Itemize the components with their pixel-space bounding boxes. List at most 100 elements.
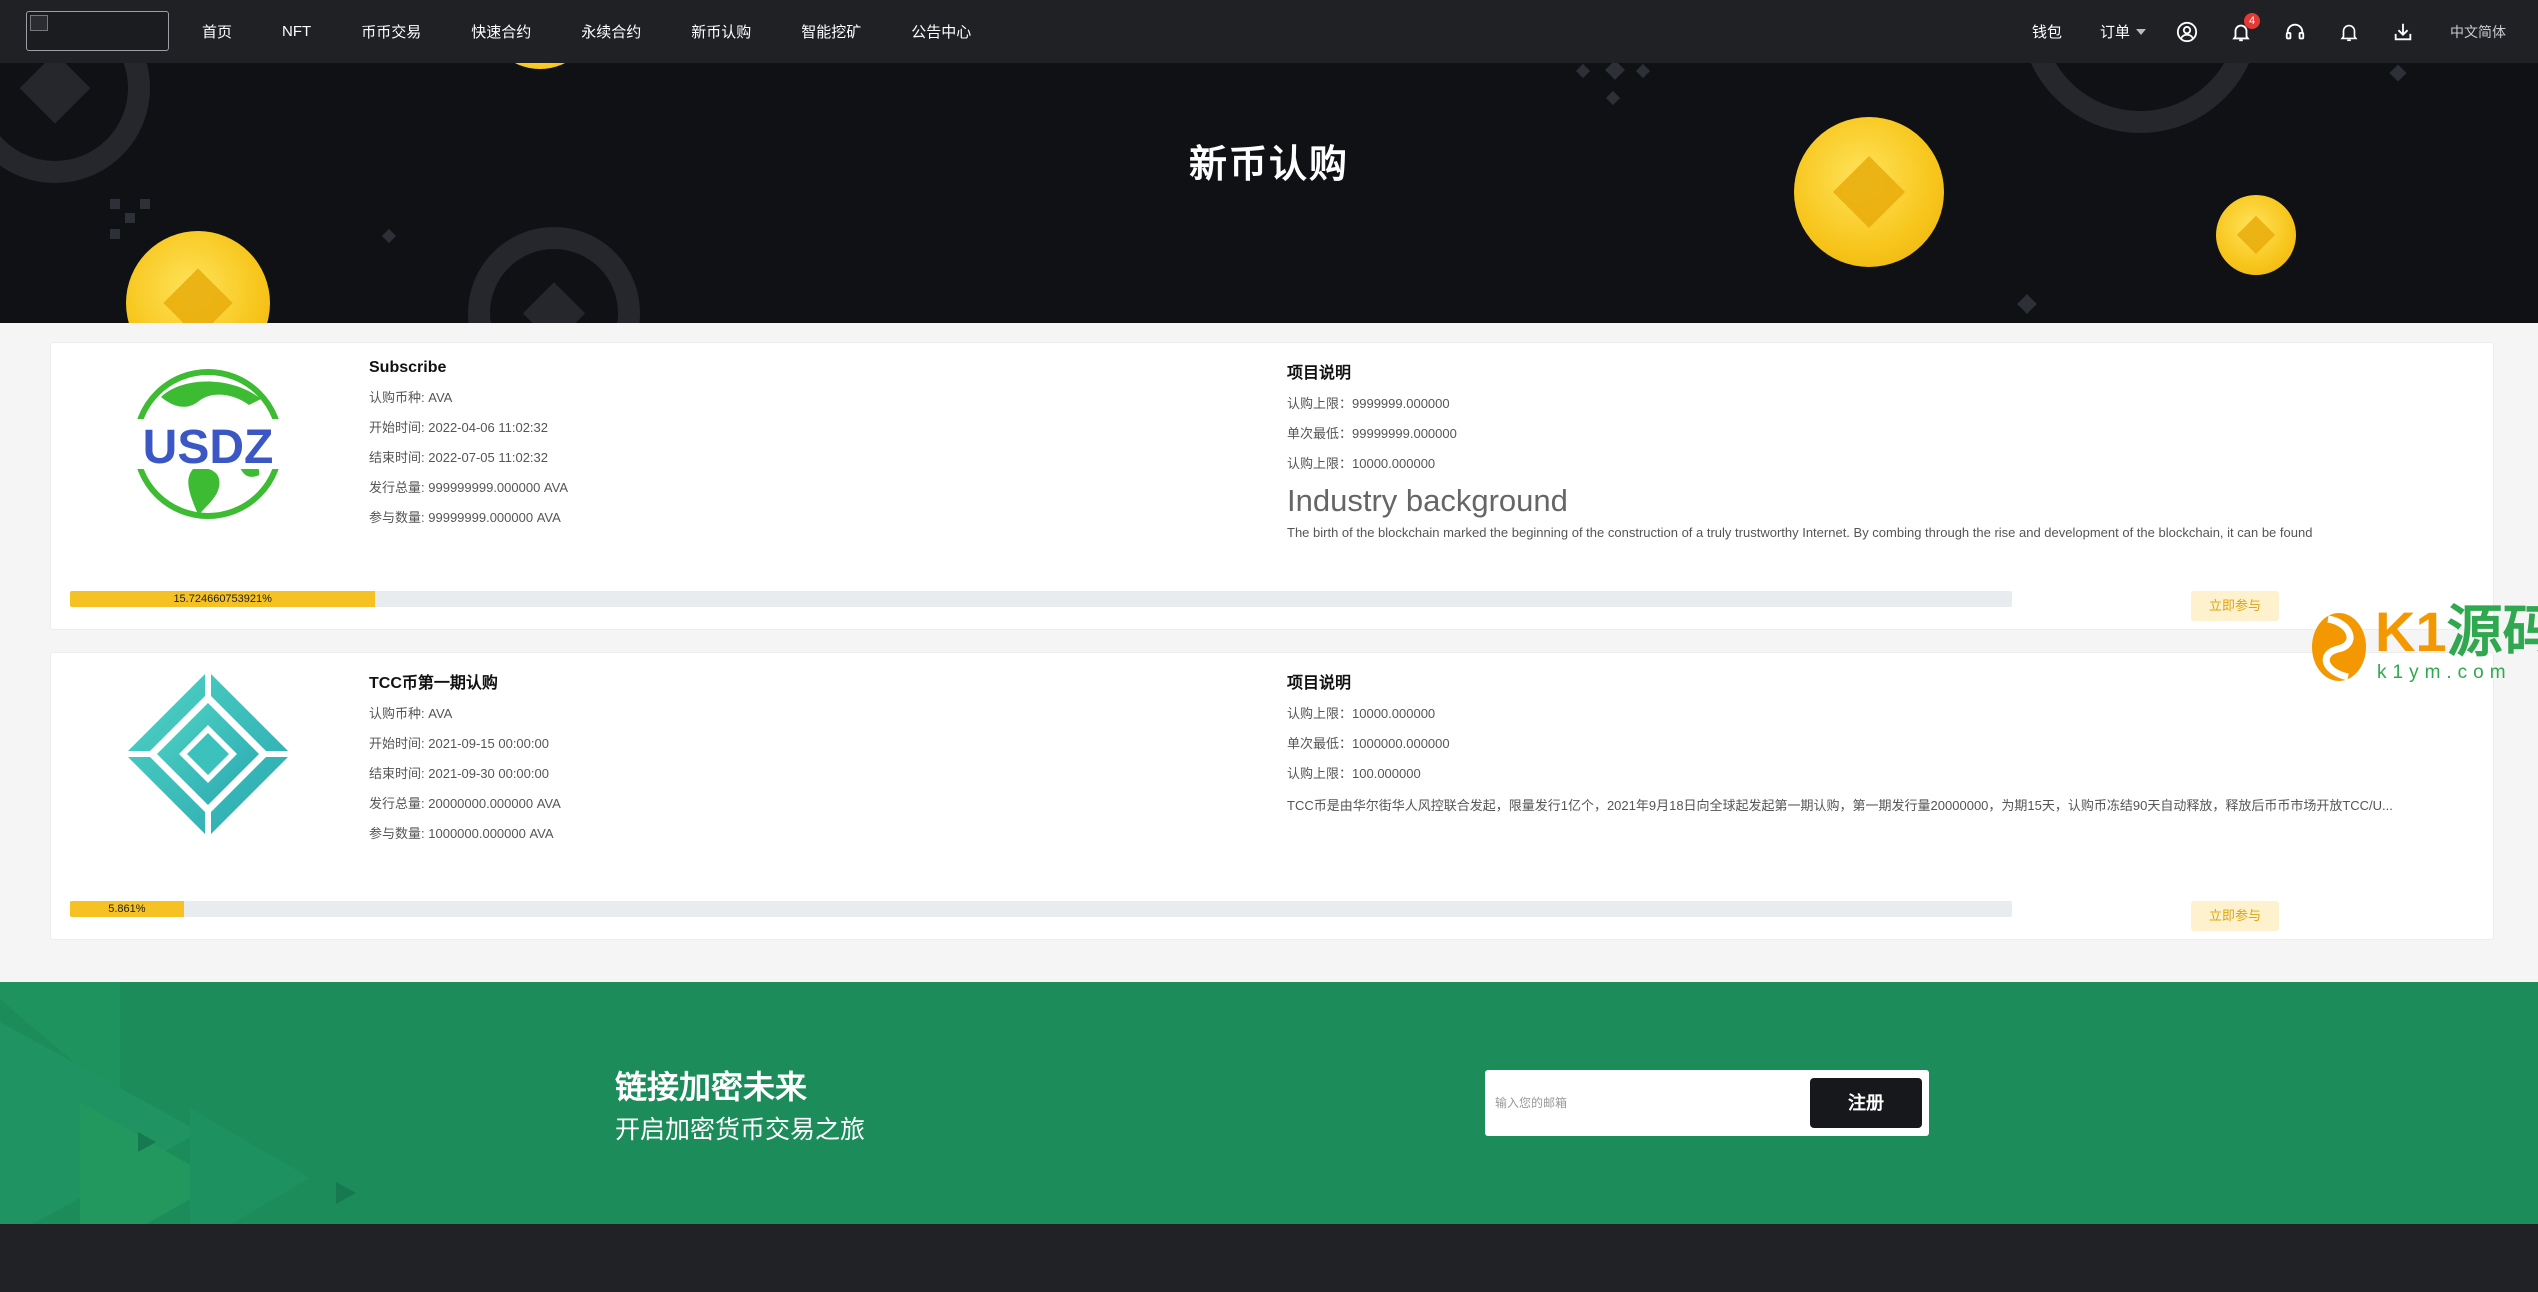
diamond-decoration bbox=[2389, 64, 2407, 82]
diamond-decoration bbox=[1575, 63, 1591, 79]
logo-text: USDZ bbox=[143, 421, 274, 474]
info-row: 认购币种: AVA bbox=[369, 705, 1249, 735]
diamond-decoration bbox=[1605, 63, 1625, 80]
email-subscribe-form: 注册 bbox=[1485, 1070, 1929, 1136]
limit-value: 9999999.000000 bbox=[1352, 396, 1450, 411]
k1ym-watermark-logo: K1源码 k1ym.com bbox=[2305, 600, 2538, 690]
info-value: 2021-09-30 00:00:00 bbox=[428, 766, 549, 781]
info-label: 结束时间: bbox=[369, 450, 425, 465]
triangle-decoration bbox=[138, 1132, 156, 1152]
limit-label: 认购上限： bbox=[1287, 456, 1353, 471]
nav-item-quick-contract[interactable]: 快速合约 bbox=[471, 21, 531, 42]
notification-bell-icon[interactable]: 4 bbox=[2228, 12, 2260, 45]
project-logo-usdz: USDZ bbox=[121, 357, 295, 531]
info-label: 发行总量: bbox=[369, 796, 425, 811]
info-label: 发行总量: bbox=[369, 480, 425, 495]
notification-badge: 4 bbox=[2244, 12, 2260, 29]
limit-row: 认购上限：9999999.000000 bbox=[1287, 395, 2487, 425]
join-now-button[interactable]: 立即参与 bbox=[2191, 901, 2279, 931]
info-row: 认购币种: AVA bbox=[369, 389, 1249, 419]
info-value: 999999999.000000 AVA bbox=[428, 480, 569, 495]
wallet-link[interactable]: 钱包 bbox=[2032, 21, 2062, 42]
nav-item-home[interactable]: 首页 bbox=[202, 21, 232, 42]
language-selector[interactable]: 中文简体 bbox=[2450, 22, 2506, 42]
limit-row: 认购上限：10000.000000 bbox=[1287, 455, 2487, 485]
industry-background-text: The birth of the blockchain marked the b… bbox=[1287, 525, 2313, 540]
limit-row: 单次最低：99999999.000000 bbox=[1287, 425, 2487, 455]
diamond-decoration bbox=[2017, 294, 2037, 314]
info-value: 2022-04-06 11:02:32 bbox=[428, 420, 548, 435]
triangle-decoration bbox=[336, 1182, 356, 1204]
diamond-decoration bbox=[381, 228, 397, 244]
triangle-decoration bbox=[190, 1108, 310, 1224]
progress-fill: 15.724660753921% bbox=[70, 591, 376, 607]
site-logo[interactable] bbox=[26, 11, 169, 51]
card-title: Subscribe bbox=[369, 359, 447, 376]
limit-value: 100.000000 bbox=[1352, 766, 1421, 781]
diamond-decoration bbox=[1635, 63, 1651, 79]
subscription-info: TCC币第一期认购 认购币种: AVA 开始时间: 2021-09-15 00:… bbox=[369, 669, 1249, 855]
limit-value: 1000000.000000 bbox=[1352, 736, 1450, 751]
watermark-brand: K1源码 bbox=[2375, 604, 2538, 660]
subscription-info: Subscribe 认购币种: AVA 开始时间: 2022-04-06 11:… bbox=[369, 359, 1249, 539]
diamond-decoration bbox=[110, 199, 120, 209]
info-row: 结束时间: 2021-09-30 00:00:00 bbox=[369, 765, 1249, 795]
info-label: 开始时间: bbox=[369, 736, 425, 751]
dark-coin-decoration bbox=[468, 227, 640, 323]
diamond-decoration bbox=[110, 229, 120, 239]
nav-right: 钱包 订单 4 中文简体 bbox=[2032, 0, 2538, 63]
info-value: AVA bbox=[428, 390, 453, 405]
gold-coin-decoration bbox=[126, 231, 270, 323]
bell-outline-icon[interactable] bbox=[2336, 19, 2362, 45]
hero-banner: 新币认购 bbox=[0, 63, 2538, 323]
limit-value: 10000.000000 bbox=[1352, 456, 1436, 471]
project-description: 项目说明 认购上限：10000.000000 单次最低：1000000.0000… bbox=[1287, 669, 2487, 814]
nav-item-perpetual[interactable]: 永续合约 bbox=[581, 21, 641, 42]
limit-row: 单次最低：1000000.000000 bbox=[1287, 735, 2487, 765]
industry-background-title: Industry background bbox=[1287, 483, 1568, 518]
nav-item-mining[interactable]: 智能挖矿 bbox=[801, 21, 861, 42]
subscribe-banner: 链接加密未来 开启加密货币交易之旅 注册 bbox=[0, 982, 2538, 1224]
top-navbar: 首页 NFT 币币交易 快速合约 永续合约 新币认购 智能挖矿 公告中心 钱包 … bbox=[0, 0, 2538, 63]
info-value: 99999999.000000 AVA bbox=[428, 510, 561, 525]
main-nav: 首页 NFT 币币交易 快速合约 永续合约 新币认购 智能挖矿 公告中心 bbox=[202, 0, 1021, 63]
limit-label: 单次最低： bbox=[1287, 736, 1353, 751]
info-row: 参与数量: 99999999.000000 AVA bbox=[369, 509, 1249, 539]
gold-coin-decoration bbox=[2216, 195, 2296, 275]
banner-title: 链接加密未来 bbox=[615, 1069, 808, 1105]
nav-item-spot[interactable]: 币币交易 bbox=[361, 21, 421, 42]
watermark-url: k1ym.com bbox=[2377, 662, 2512, 683]
limit-value: 10000.000000 bbox=[1352, 706, 1436, 721]
info-value: 20000000.000000 AVA bbox=[428, 796, 561, 811]
info-label: 结束时间: bbox=[369, 766, 425, 781]
nav-item-announcements[interactable]: 公告中心 bbox=[911, 21, 971, 42]
limit-label: 认购上限： bbox=[1287, 706, 1353, 721]
project-logo-tcc bbox=[121, 667, 295, 841]
nav-item-nft[interactable]: NFT bbox=[282, 23, 311, 40]
info-value: AVA bbox=[428, 706, 453, 721]
register-button[interactable]: 注册 bbox=[1810, 1078, 1922, 1128]
orders-dropdown[interactable]: 订单 bbox=[2100, 21, 2146, 42]
info-label: 参与数量: bbox=[369, 510, 425, 525]
watermark-brand-latin: K1 bbox=[2375, 600, 2447, 663]
limit-row: 认购上限：100.000000 bbox=[1287, 765, 2487, 795]
info-row: 参与数量: 1000000.000000 AVA bbox=[369, 825, 1249, 855]
join-now-button[interactable]: 立即参与 bbox=[2191, 591, 2279, 621]
info-row: 开始时间: 2021-09-15 00:00:00 bbox=[369, 735, 1249, 765]
nav-item-new-coin[interactable]: 新币认购 bbox=[691, 21, 751, 42]
gold-coin-decoration bbox=[485, 63, 595, 69]
user-icon[interactable] bbox=[2174, 19, 2200, 45]
info-row: 结束时间: 2022-07-05 11:02:32 bbox=[369, 449, 1249, 479]
headset-icon[interactable] bbox=[2282, 19, 2308, 45]
info-label: 认购币种: bbox=[369, 706, 425, 721]
orders-label: 订单 bbox=[2099, 24, 2130, 41]
project-description: 项目说明 认购上限：9999999.000000 单次最低：99999999.0… bbox=[1287, 359, 2487, 540]
diamond-decoration bbox=[1605, 90, 1621, 106]
info-row: 发行总量: 999999999.000000 AVA bbox=[369, 479, 1249, 509]
subscription-card: TCC币第一期认购 认购币种: AVA 开始时间: 2021-09-15 00:… bbox=[50, 652, 2494, 940]
broken-image-icon bbox=[30, 15, 48, 31]
download-icon[interactable] bbox=[2390, 19, 2416, 45]
email-input[interactable] bbox=[1495, 1082, 1795, 1124]
limit-label: 单次最低： bbox=[1287, 426, 1353, 441]
info-value: 2021-09-15 00:00:00 bbox=[428, 736, 549, 751]
